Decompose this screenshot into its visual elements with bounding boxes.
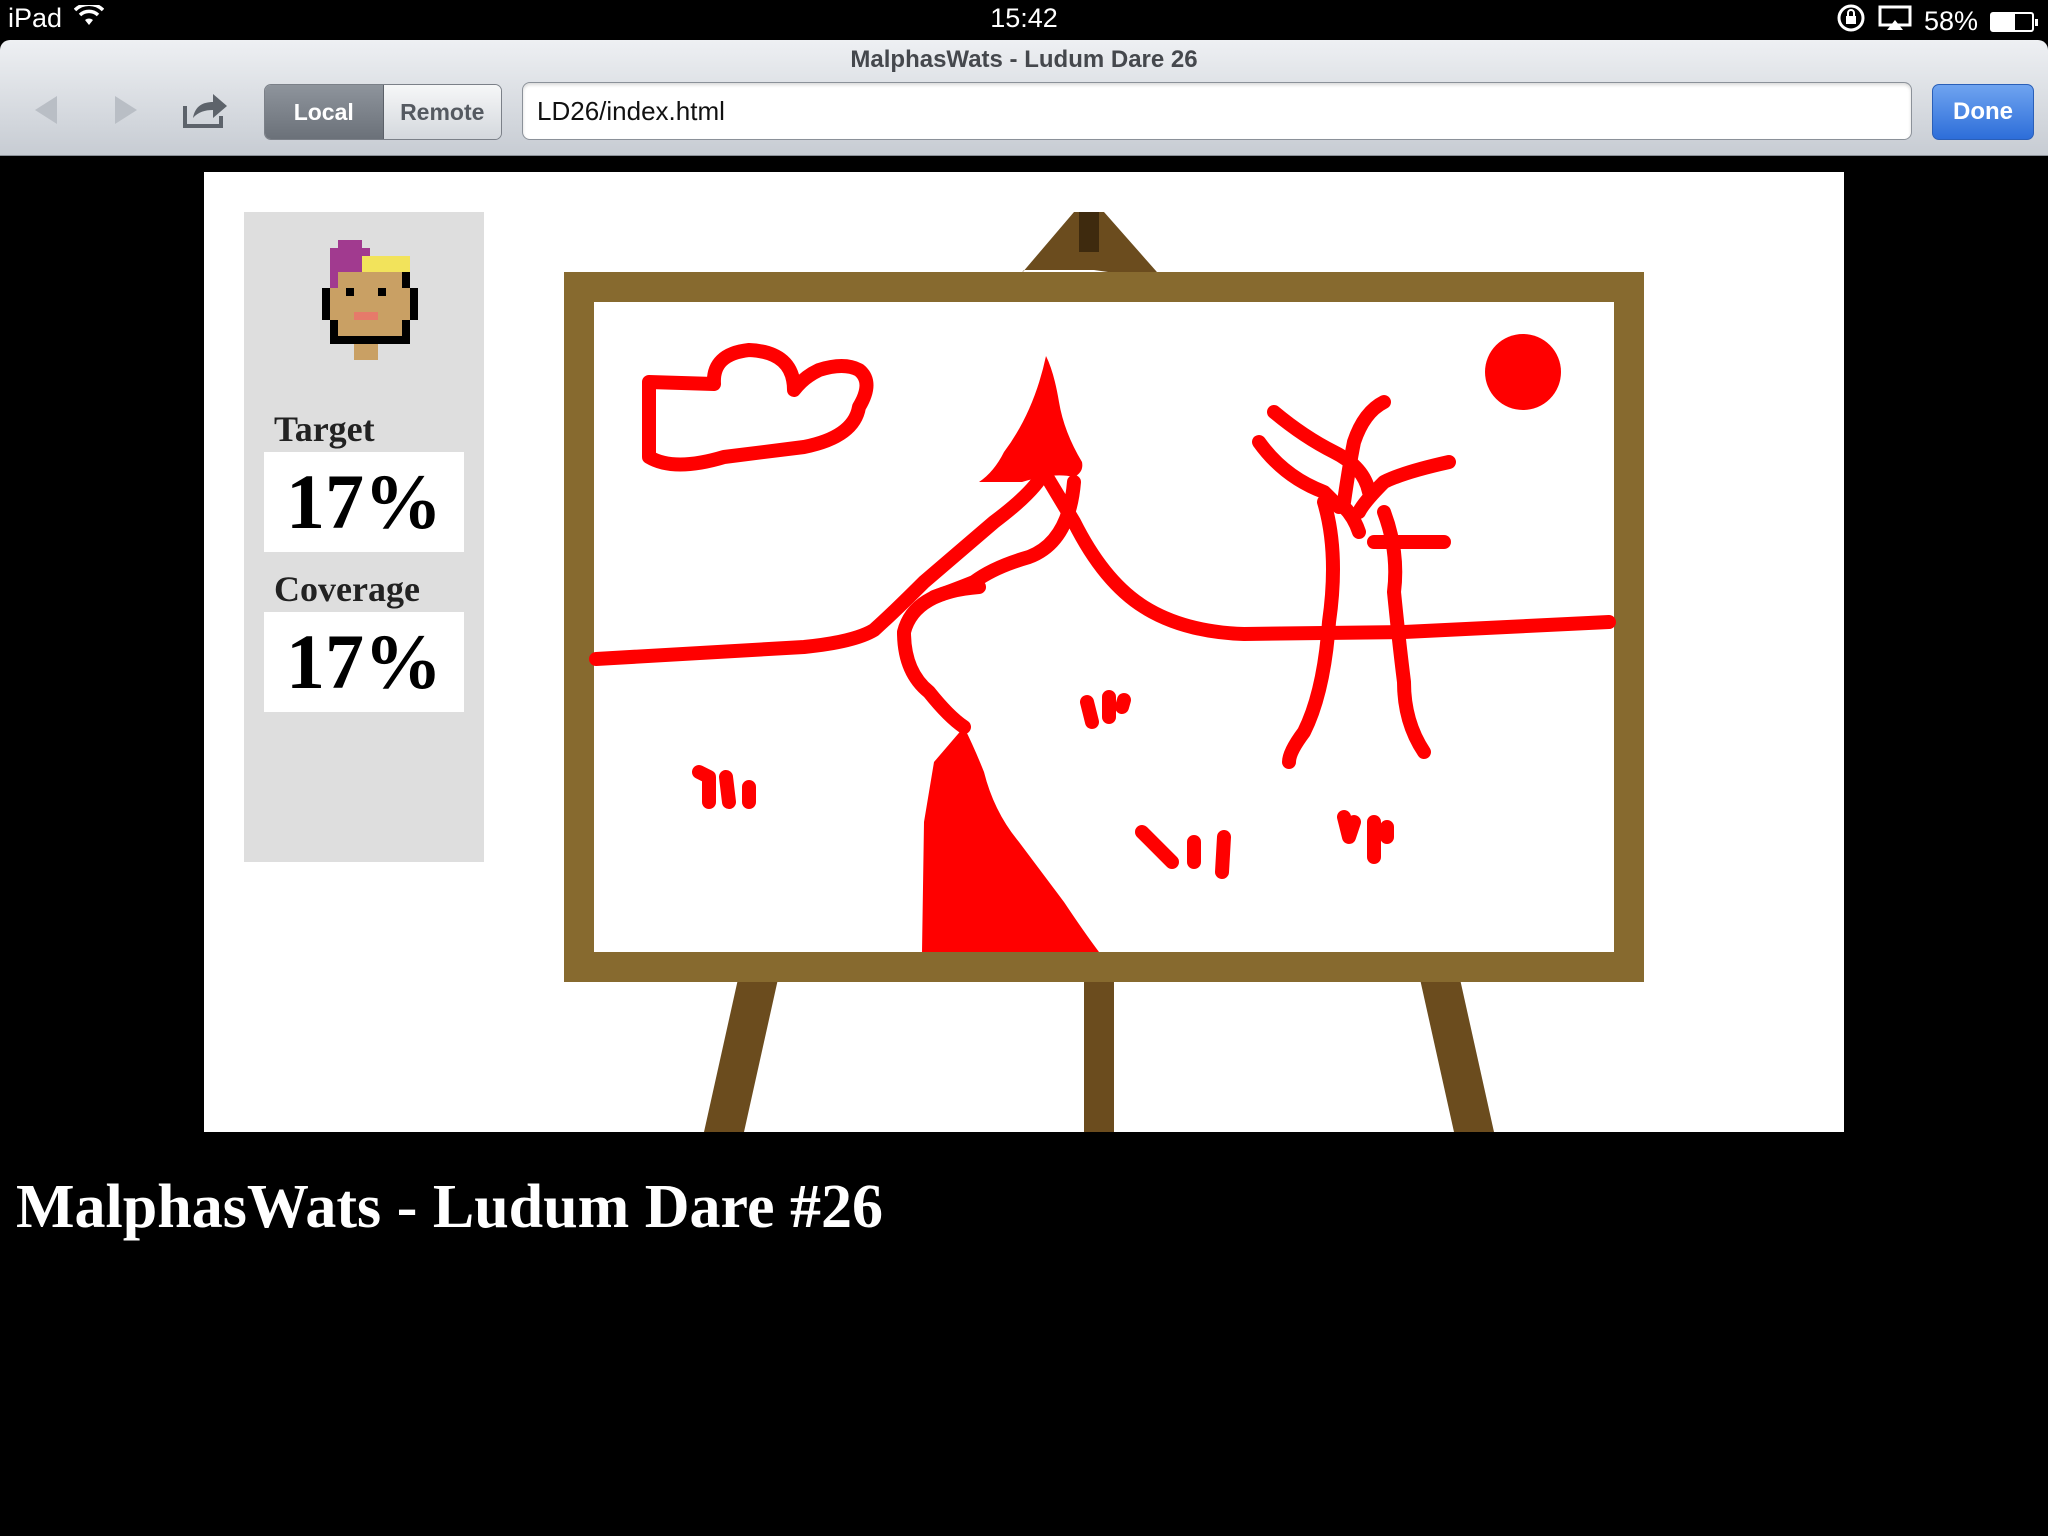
score-panel: Target 17% Coverage 17% xyxy=(244,212,484,862)
status-bar: iPad 15:42 58% xyxy=(0,0,2048,40)
page-title: MalphasWats - Ludum Dare 26 xyxy=(850,46,1198,73)
forward-button[interactable] xyxy=(106,90,146,130)
coverage-label: Coverage xyxy=(274,569,420,609)
back-button[interactable] xyxy=(26,90,66,130)
share-icon xyxy=(183,94,227,128)
coverage-value: 17% xyxy=(264,612,464,712)
rotation-lock-icon xyxy=(1836,3,1866,40)
page-heading: MalphasWats - Ludum Dare #26 xyxy=(16,1173,883,1241)
url-field[interactable]: LD26/index.html xyxy=(522,82,1912,140)
painted-sun xyxy=(1485,334,1561,410)
battery-icon xyxy=(1990,11,2038,32)
forward-arrow-icon xyxy=(115,96,137,124)
game-canvas[interactable]: Target 17% Coverage 17% xyxy=(204,172,1844,1132)
battery-percent: 58% xyxy=(1923,6,1978,36)
tab-local[interactable]: Local xyxy=(265,85,384,139)
status-time: 15:42 xyxy=(990,3,1058,33)
browser-toolbar: MalphasWats - Ludum Dare 26 Local Remote… xyxy=(0,40,2048,156)
local-remote-toggle[interactable]: Local Remote xyxy=(264,84,502,140)
back-arrow-icon xyxy=(35,96,57,124)
avatar xyxy=(306,240,434,368)
done-button[interactable]: Done xyxy=(1932,84,2034,140)
target-value: 17% xyxy=(264,452,464,552)
target-label: Target xyxy=(274,409,375,449)
tab-remote[interactable]: Remote xyxy=(383,85,501,139)
airplay-icon xyxy=(1878,5,1912,38)
player-face-icon xyxy=(322,240,418,360)
share-button[interactable] xyxy=(180,90,230,130)
